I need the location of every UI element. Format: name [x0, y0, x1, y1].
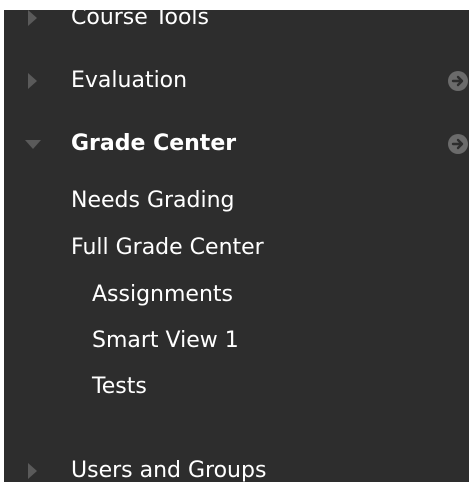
triangle-down-icon[interactable]	[25, 140, 41, 149]
circle-arrow-right-icon[interactable]	[447, 133, 469, 155]
menu-item-label: Course Tools	[71, 10, 209, 30]
course-menu-panel: Course Tools Evaluation Grade Center Nee…	[4, 10, 469, 482]
submenu-item-smart-view-1[interactable]: Smart View 1	[92, 328, 239, 354]
menu-item-label: Users and Groups	[71, 458, 267, 482]
menu-item-course-tools[interactable]: Course Tools	[4, 10, 469, 38]
menu-item-users-and-groups[interactable]: Users and Groups	[4, 451, 469, 482]
submenu-item-needs-grading[interactable]: Needs Grading	[71, 188, 235, 214]
menu-item-label: Evaluation	[71, 68, 188, 93]
triangle-right-icon[interactable]	[28, 73, 37, 89]
submenu-item-full-grade-center[interactable]: Full Grade Center	[71, 235, 264, 261]
triangle-right-icon[interactable]	[28, 10, 37, 26]
menu-item-evaluation[interactable]: Evaluation	[4, 61, 469, 101]
circle-arrow-right-icon[interactable]	[447, 70, 469, 92]
submenu-item-assignments[interactable]: Assignments	[92, 282, 233, 308]
menu-item-label: Grade Center	[71, 131, 237, 156]
triangle-right-icon[interactable]	[28, 463, 37, 479]
submenu-item-tests[interactable]: Tests	[92, 374, 147, 400]
menu-item-grade-center[interactable]: Grade Center	[4, 124, 469, 164]
